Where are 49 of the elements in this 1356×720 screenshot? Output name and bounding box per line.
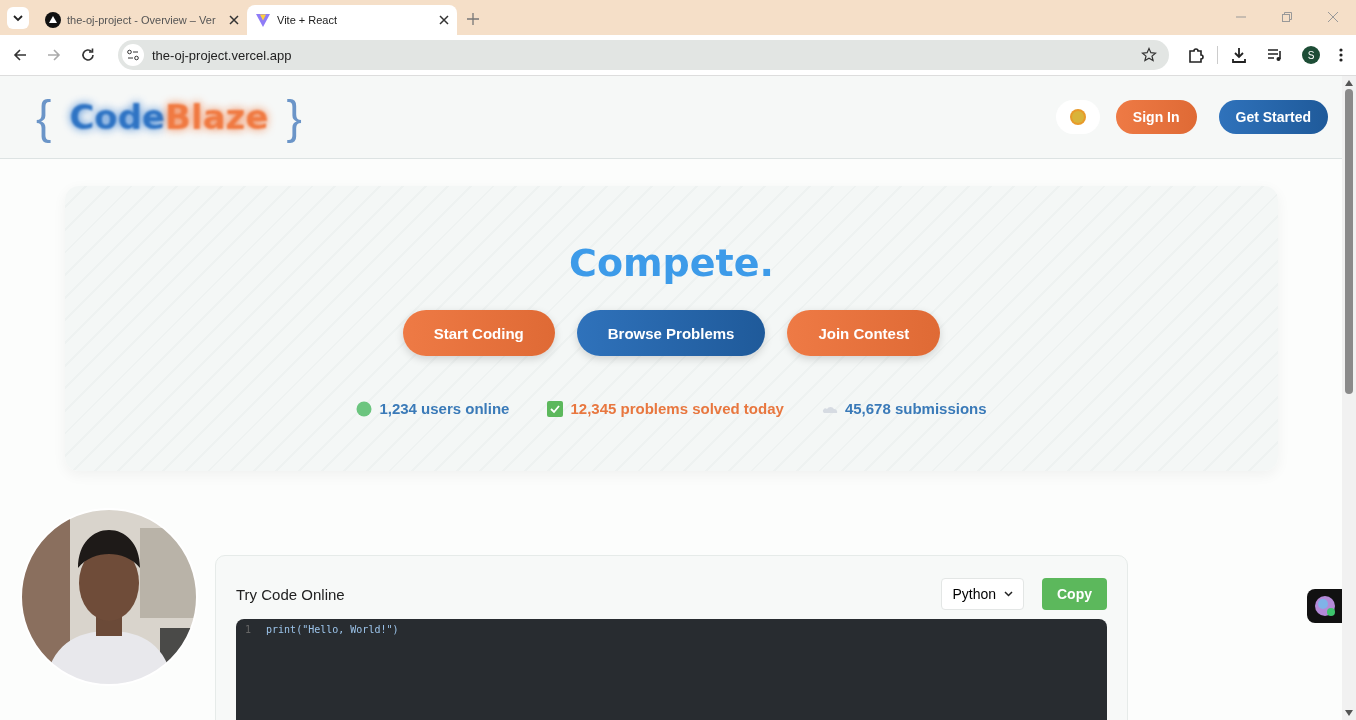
new-tab-icon[interactable] (467, 13, 479, 25)
close-icon[interactable] (439, 15, 449, 25)
star-icon[interactable] (1141, 47, 1157, 63)
header-button[interactable]: Sign In (1115, 100, 1197, 134)
stat-text: 1,234 users online (379, 400, 510, 417)
language-dropdown[interactable]: Python (941, 578, 1024, 610)
scroll-down-icon[interactable] (1345, 710, 1353, 716)
back-arrow-icon[interactable] (12, 47, 28, 63)
scroll-up-icon[interactable] (1345, 80, 1353, 86)
code-editor[interactable]: 1 print("Hello, World!") (236, 619, 1107, 720)
address-bar[interactable]: the-oj-project.vercel.app (118, 40, 1169, 70)
orb-icon (1314, 595, 1336, 617)
hero-button[interactable]: Join Contest (787, 310, 941, 356)
tab-search-button[interactable] (7, 7, 29, 29)
checkmark-icon (547, 400, 564, 417)
chevron-down-icon (12, 12, 24, 24)
chevron-down-icon (1004, 591, 1013, 597)
online-dot-icon (356, 400, 373, 417)
assistant-widget-button[interactable] (1307, 589, 1342, 623)
stat-text: 12,345 problems solved today (570, 400, 784, 417)
editor-title: Try Code Online (236, 585, 345, 603)
site-settings-icon[interactable] (122, 44, 144, 66)
stat-text: 45,678 submissions (844, 400, 987, 417)
logo-brace: { (36, 90, 52, 144)
tab-title: the-oj-project - Overview – Ver (67, 14, 217, 26)
logo-text[interactable]: CodeBlaze (69, 97, 269, 137)
hero-button[interactable]: Browse Problems (576, 310, 766, 356)
scroll-thumb[interactable] (1345, 89, 1353, 394)
code-line: print("Hello, World!") (266, 624, 399, 635)
hero-button[interactable]: Start Coding (402, 310, 555, 356)
hero-headline: Compete. (569, 241, 774, 285)
more-menu-icon[interactable] (1338, 47, 1344, 63)
puzzle-icon[interactable] (1187, 46, 1205, 64)
reload-icon[interactable] (80, 47, 96, 63)
header-button[interactable]: Get Started (1218, 100, 1328, 134)
sun-icon (1068, 108, 1087, 126)
media-playlist-icon[interactable] (1266, 46, 1284, 64)
close-icon[interactable] (229, 15, 239, 25)
browser-tab[interactable]: the-oj-project - Overview – Ver (37, 5, 247, 35)
scrollbar[interactable] (1342, 76, 1356, 720)
line-number: 1 (245, 624, 252, 635)
tab-title: Vite + React (277, 14, 339, 26)
logo-brace: } (286, 90, 302, 144)
url-text: the-oj-project.vercel.app (152, 47, 292, 63)
profile-avatar[interactable]: S (1302, 46, 1320, 64)
download-icon[interactable] (1230, 46, 1248, 64)
theme-toggle-button[interactable] (1055, 100, 1100, 134)
browser-tab[interactable]: Vite + React (247, 5, 457, 35)
vite-logo-icon (255, 12, 271, 28)
